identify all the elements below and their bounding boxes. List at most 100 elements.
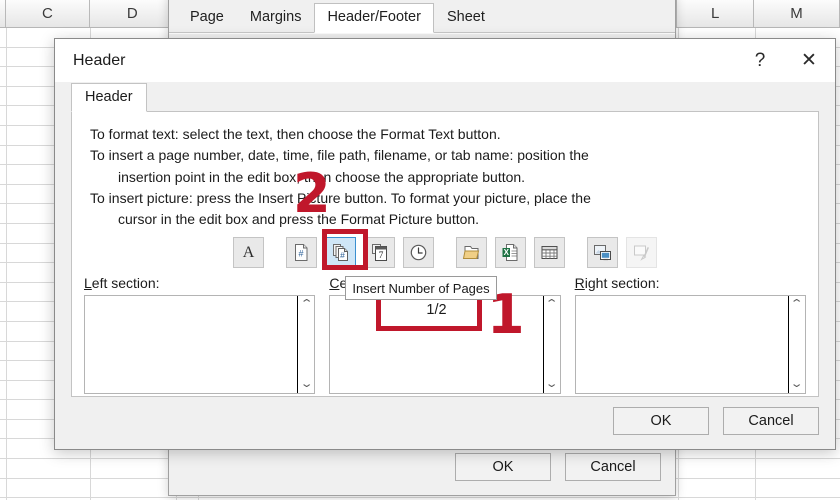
page-setup-ok-button[interactable]: OK	[455, 453, 551, 481]
file-path-icon	[462, 246, 480, 260]
toolbar-group-picture	[587, 237, 657, 269]
sheet-name-icon	[541, 246, 558, 260]
right-section-input[interactable]	[576, 296, 788, 393]
page-setup-cancel-button[interactable]: Cancel	[565, 453, 661, 481]
column-header-c[interactable]: C	[6, 0, 90, 27]
column-header-m-label: M	[790, 5, 803, 22]
toolbar-group-format-text: A	[233, 237, 264, 269]
left-section-scrollbar[interactable]: ⌃ ⌄	[297, 296, 315, 393]
right-section-scrollbar[interactable]: ⌃ ⌄	[787, 296, 805, 393]
page-setup-cancel-label: Cancel	[590, 459, 636, 475]
scroll-down-icon[interactable]: ⌄	[545, 379, 559, 390]
center-section-input[interactable]: 1/2	[330, 296, 542, 393]
center-section-label-accel: C	[329, 275, 340, 291]
svg-text:X: X	[504, 248, 510, 257]
tab-header-footer[interactable]: Header/Footer	[314, 2, 434, 33]
instruction-line-2b: insertion point in the edit box, then ch…	[118, 168, 526, 185]
scroll-up-icon[interactable]: ⌃	[299, 299, 313, 310]
left-section: Left section: ⌃ ⌄	[84, 275, 316, 394]
header-cancel-button[interactable]: Cancel	[723, 407, 819, 435]
insert-date-button[interactable]: 7	[364, 237, 395, 269]
svg-text:7: 7	[379, 251, 384, 261]
screen: C D L M Page Margins Header/Footer Sheet…	[0, 0, 840, 500]
file-name-icon: X	[502, 244, 518, 262]
header-dialog-titlebar-buttons: ? ✕	[737, 39, 835, 82]
instruction-line-2: To insert a page number, date, time, fil…	[90, 147, 589, 164]
insert-picture-button[interactable]	[587, 237, 618, 269]
insert-sheet-name-button[interactable]	[534, 237, 565, 269]
right-section-label: Right section:	[575, 275, 806, 291]
right-section-label-accel: R	[574, 275, 585, 291]
left-section-label-rest: eft section:	[91, 275, 160, 291]
header-dialog-footer: OK Cancel	[613, 407, 819, 435]
left-section-label-accel: L	[84, 275, 92, 291]
insert-picture-icon	[594, 245, 611, 261]
tab-margins[interactable]: Margins	[236, 2, 315, 32]
tab-header[interactable]: Header	[71, 83, 147, 112]
format-text-button[interactable]: A	[233, 237, 264, 269]
page-number-icon: #	[295, 244, 308, 262]
tab-margins-label: Margins	[249, 8, 302, 25]
center-section-scrollbar[interactable]: ⌃ ⌄	[542, 296, 560, 393]
scroll-up-icon[interactable]: ⌃	[545, 299, 559, 310]
help-icon-glyph: ?	[754, 49, 766, 71]
svg-text:#: #	[298, 249, 303, 259]
column-header-c-label: C	[42, 5, 53, 22]
column-header-m[interactable]: M	[754, 0, 840, 27]
tab-header-label: Header	[85, 89, 133, 105]
close-icon-glyph: ✕	[801, 50, 817, 71]
insert-time-button[interactable]	[403, 237, 434, 269]
insert-file-name-button[interactable]: X	[495, 237, 526, 269]
number-of-pages-icon: #	[333, 244, 348, 262]
instructions-block: To format text: select the text, then ch…	[72, 112, 818, 229]
tab-sheet[interactable]: Sheet	[433, 2, 498, 32]
page-setup-footer: OK Cancel	[455, 453, 661, 481]
svg-text:#: #	[340, 250, 345, 260]
header-dialog-tabstrip: Header	[55, 82, 835, 112]
instruction-line-1: To format text: select the text, then ch…	[90, 126, 501, 142]
right-section-box[interactable]: ⌃ ⌄	[574, 295, 806, 394]
tab-page-label: Page	[190, 8, 224, 25]
center-section-box[interactable]: 1/2 ⌃ ⌄	[329, 295, 561, 394]
column-header-d[interactable]: D	[89, 0, 176, 27]
left-section-input[interactable]	[85, 296, 297, 393]
clock-icon	[410, 245, 427, 261]
column-header-l-label: L	[710, 5, 720, 22]
header-dialog-panel: To format text: select the text, then ch…	[71, 112, 819, 397]
insert-file-path-button[interactable]	[456, 237, 487, 269]
header-dialog-titlebar: Header ? ✕	[55, 39, 835, 82]
calendar-icon: 7	[372, 244, 387, 262]
header-insert-toolbar: A # # 7 X	[72, 237, 818, 269]
page-setup-tabstrip: Page Margins Header/Footer Sheet	[169, 1, 675, 33]
toolbar-group-fields: # # 7	[286, 237, 434, 269]
format-picture-button[interactable]	[626, 237, 657, 269]
close-icon[interactable]: ✕	[783, 39, 835, 82]
tab-header-footer-label: Header/Footer	[327, 8, 421, 25]
scroll-down-icon[interactable]: ⌄	[790, 379, 804, 390]
right-section-label-rest: ight section:	[584, 275, 660, 291]
format-text-icon: A	[242, 243, 255, 261]
spreadsheet-column-line	[6, 28, 7, 500]
column-header-l[interactable]: L	[677, 0, 755, 27]
header-ok-label: OK	[650, 413, 672, 429]
column-header-d-label: D	[126, 5, 138, 22]
toolbar-group-file: X	[456, 237, 565, 269]
header-dialog: Header ? ✕ Header To format text: select…	[54, 38, 836, 450]
left-section-label: Left section:	[84, 275, 315, 291]
insert-page-number-button[interactable]: #	[286, 237, 317, 269]
scroll-down-icon[interactable]: ⌄	[299, 379, 313, 390]
tooltip: Insert Number of Pages	[345, 276, 497, 300]
header-dialog-title: Header	[73, 51, 126, 69]
instruction-line-3: To insert picture: press the Insert Pict…	[90, 189, 591, 206]
header-ok-button[interactable]: OK	[613, 407, 709, 435]
tab-page[interactable]: Page	[177, 2, 237, 32]
tooltip-text: Insert Number of Pages	[352, 280, 490, 296]
right-section: Right section: ⌃ ⌄	[574, 275, 806, 394]
instruction-line-3b: cursor in the edit box and press the For…	[118, 211, 480, 228]
format-picture-icon	[634, 245, 649, 262]
left-section-box[interactable]: ⌃ ⌄	[84, 295, 316, 394]
scroll-up-icon[interactable]: ⌃	[790, 299, 804, 310]
header-cancel-label: Cancel	[748, 413, 794, 429]
insert-number-of-pages-button[interactable]: #	[325, 237, 356, 269]
help-icon[interactable]: ?	[737, 39, 783, 82]
